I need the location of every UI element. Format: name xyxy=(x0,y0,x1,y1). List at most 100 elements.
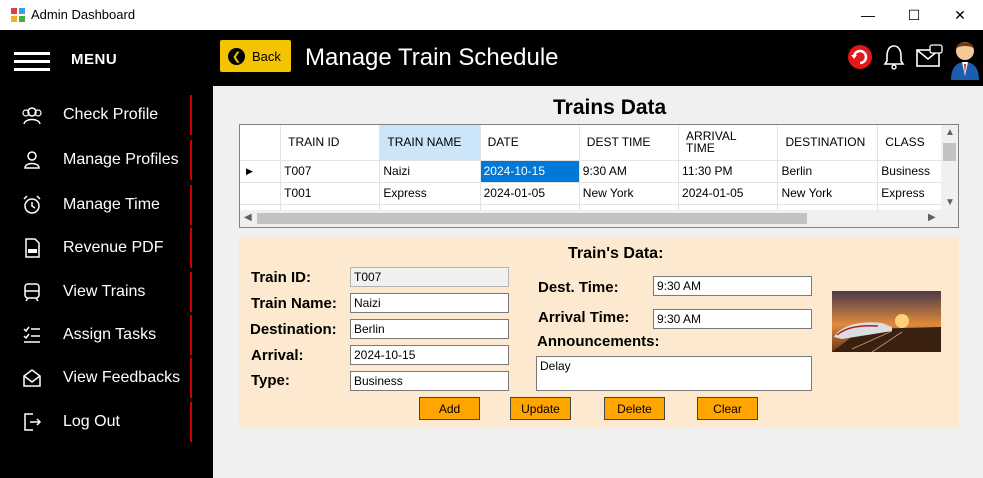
menu-label: MENU xyxy=(71,51,118,68)
sidebar-divider xyxy=(190,140,192,180)
table-header-row: TRAIN ID TRAIN NAME DATE DEST TIME ARRIV… xyxy=(240,125,958,161)
sidebar-item-assign-tasks[interactable]: Assign Tasks xyxy=(0,315,213,355)
table-cell[interactable]: 9:30 AM xyxy=(579,160,680,183)
sidebar-divider xyxy=(190,358,192,398)
sidebar-divider xyxy=(190,272,192,312)
admin-avatar[interactable] xyxy=(948,36,982,80)
sidebar-item-label: View Feedbacks xyxy=(63,369,181,386)
arrival-field[interactable]: 2024-10-15 xyxy=(350,345,509,365)
alarm-clock-icon xyxy=(23,195,41,214)
user-icon xyxy=(24,151,40,169)
envelope-icon xyxy=(23,369,41,387)
sidebar-divider xyxy=(190,228,192,268)
arrival-time-label: Arrival Time: xyxy=(538,309,630,326)
train-icon xyxy=(24,283,40,302)
clear-button[interactable]: Clear xyxy=(697,397,758,420)
table-cell[interactable]: T007 xyxy=(280,160,381,183)
arrival-label: Arrival: xyxy=(251,347,304,364)
table-cell[interactable]: New York xyxy=(579,182,680,205)
table-cell[interactable]: Express xyxy=(379,182,481,205)
sidebar-item-revenue-pdf[interactable]: Revenue PDF xyxy=(0,228,213,268)
table-row[interactable]: T001 Express 2024-01-05 New York 2024-01… xyxy=(240,182,958,205)
sidebar-item-manage-profiles[interactable]: Manage Profiles xyxy=(0,140,213,180)
table-cell[interactable]: 2024-10-15 xyxy=(480,160,580,183)
column-header[interactable]: TRAIN NAME xyxy=(379,125,481,161)
arrival-time-field[interactable]: 9:30 AM xyxy=(653,309,812,329)
app-header: MENU ❮ Back Manage Train Schedule xyxy=(0,30,983,86)
column-header[interactable]: DEST TIME xyxy=(579,125,680,161)
train-name-field[interactable]: Naizi xyxy=(350,293,509,313)
table-cell[interactable]: New York xyxy=(777,182,879,205)
sidebar-item-label: Manage Profiles xyxy=(63,151,179,168)
column-header[interactable]: DATE xyxy=(480,125,580,161)
dest-time-label: Dest. Time: xyxy=(538,279,619,296)
close-button[interactable]: ✕ xyxy=(937,0,983,30)
task-list-icon xyxy=(23,326,40,343)
trains-data-grid[interactable]: TRAIN ID TRAIN NAME DATE DEST TIME ARRIV… xyxy=(239,124,959,228)
scroll-right-icon[interactable]: ▶ xyxy=(928,212,936,223)
row-header xyxy=(240,182,282,205)
table-cell[interactable]: 2024-01-05 xyxy=(480,182,580,205)
window-title: Admin Dashboard xyxy=(31,7,136,22)
type-label: Type: xyxy=(251,372,290,389)
maximize-button[interactable]: ☐ xyxy=(891,0,937,30)
table-cell[interactable]: 2024-01-05 xyxy=(678,182,779,205)
sidebar-item-manage-time[interactable]: Manage Time xyxy=(0,185,213,225)
scrollbar-thumb[interactable] xyxy=(257,213,807,224)
scroll-left-icon[interactable]: ◀ xyxy=(244,212,252,223)
table-cell[interactable]: Naizi xyxy=(379,160,481,183)
add-button[interactable]: Add xyxy=(419,397,480,420)
train-id-field[interactable]: T007 xyxy=(350,267,509,287)
back-arrow-icon: ❮ xyxy=(228,47,245,65)
hamburger-menu-icon[interactable] xyxy=(14,52,50,72)
form-title: Train's Data: xyxy=(568,245,664,262)
type-field[interactable]: Business xyxy=(350,371,509,391)
minimize-button[interactable]: — xyxy=(845,0,891,30)
pdf-icon xyxy=(25,238,40,258)
sidebar-item-view-trains[interactable]: View Trains xyxy=(0,272,213,312)
page-title: Manage Train Schedule xyxy=(305,44,559,71)
sidebar-item-log-out[interactable]: Log Out xyxy=(0,402,213,442)
column-header[interactable]: TRAIN ID xyxy=(280,125,381,161)
bell-icon[interactable] xyxy=(883,44,905,70)
column-header[interactable]: ARRIVAL TIME xyxy=(678,125,779,161)
table-row[interactable]: ▶ T007 Naizi 2024-10-15 9:30 AM 11:30 PM… xyxy=(240,160,958,183)
sidebar: Check Profile Manage Profiles Manage Tim… xyxy=(0,86,213,478)
delete-button[interactable]: Delete xyxy=(604,397,665,420)
announcements-label: Announcements: xyxy=(537,333,660,350)
update-button[interactable]: Update xyxy=(510,397,571,420)
sidebar-item-label: Revenue PDF xyxy=(63,239,164,256)
sidebar-item-view-feedbacks[interactable]: View Feedbacks xyxy=(0,358,213,398)
dest-time-field[interactable]: 9:30 AM xyxy=(653,276,812,296)
refresh-icon[interactable] xyxy=(845,42,875,72)
announcements-field[interactable]: Delay xyxy=(536,356,812,391)
window-titlebar: Admin Dashboard — ☐ ✕ xyxy=(0,0,983,30)
table-cell[interactable]: 11:30 PM xyxy=(678,160,779,183)
section-title: Trains Data xyxy=(553,96,667,119)
back-button[interactable]: ❮ Back xyxy=(220,40,291,72)
mail-icon[interactable] xyxy=(915,44,943,68)
app-icon xyxy=(11,8,25,22)
horizontal-scrollbar[interactable]: ◀ ▶ xyxy=(240,210,958,227)
sidebar-item-check-profile[interactable]: Check Profile xyxy=(0,95,213,135)
vertical-scrollbar[interactable]: ▲ ▼ xyxy=(941,125,958,212)
destination-field[interactable]: Berlin xyxy=(350,319,509,339)
sidebar-item-label: Manage Time xyxy=(63,196,160,213)
scroll-up-icon[interactable]: ▲ xyxy=(945,127,955,138)
sidebar-item-label: Check Profile xyxy=(63,106,159,123)
current-row-indicator-icon: ▶ xyxy=(240,160,282,183)
destination-label: Destination: xyxy=(250,321,337,338)
sidebar-divider xyxy=(190,185,192,225)
sidebar-item-label: Assign Tasks xyxy=(63,326,157,343)
sidebar-divider xyxy=(190,315,192,355)
sidebar-item-label: View Trains xyxy=(63,283,146,300)
table-cell[interactable]: Berlin xyxy=(777,160,879,183)
scrollbar-thumb[interactable] xyxy=(943,143,956,161)
row-header-corner xyxy=(240,125,282,161)
scroll-down-icon[interactable]: ▼ xyxy=(945,197,955,208)
logout-icon xyxy=(24,413,42,431)
train-name-label: Train Name: xyxy=(251,295,337,312)
column-header[interactable]: DESTINATION xyxy=(777,125,879,161)
train-image xyxy=(832,291,941,352)
table-cell[interactable]: T001 xyxy=(280,182,381,205)
